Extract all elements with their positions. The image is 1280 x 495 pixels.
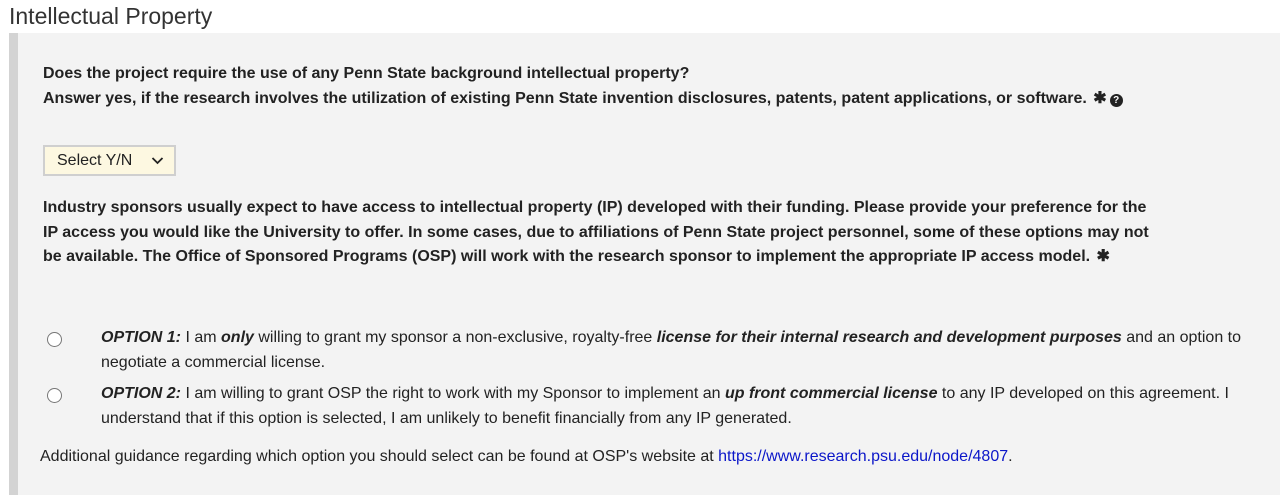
option-2-label: OPTION 2: [101,385,182,402]
option-1-part: willing to grant my sponsor a non-exclus… [253,329,657,346]
option-1-text: OPTION 1: I am only willing to grant my … [101,326,1280,375]
background-ip-select[interactable]: Select Y/N [43,145,176,176]
option-1-radio[interactable] [47,332,62,347]
guidance-sentence: Additional guidance regarding which opti… [40,448,719,465]
background-ip-question: Does the project require the use of any … [43,62,1123,111]
ip-form-panel: Does the project require the use of any … [9,33,1280,495]
option-1-label: OPTION 1: [101,329,182,346]
page-title: Intellectual Property [9,3,213,29]
required-asterisk-icon: ✱ [1096,248,1110,265]
chevron-down-icon [151,147,164,183]
ip-access-question: Industry sponsors usually expect to have… [43,196,1163,270]
select-value: Select Y/N [57,152,133,169]
option-2-radio[interactable] [47,388,62,403]
question-line-1: Does the project require the use of any … [43,65,690,82]
ip-access-question-text: Industry sponsors usually expect to have… [43,199,1149,265]
option-1-emphasis: only [221,329,254,346]
required-asterisk-icon: ✱ [1093,89,1107,107]
osp-guidance-link[interactable]: https://www.research.psu.edu/node/4807 [718,448,1008,465]
question-line-2: Answer yes, if the research involves the… [43,89,1087,107]
option-2-part: I am willing to grant OSP the right to w… [181,385,725,402]
help-icon[interactable]: ? [1109,93,1123,107]
option-1-emphasis: license for their internal research and … [656,329,1122,346]
guidance-text: Additional guidance regarding which opti… [40,445,1013,469]
option-1-part: I am [181,329,222,346]
option-2-emphasis: up front commercial license [724,385,938,402]
guidance-period: . [1008,448,1013,465]
option-2-text: OPTION 2: I am willing to grant OSP the … [101,382,1280,431]
